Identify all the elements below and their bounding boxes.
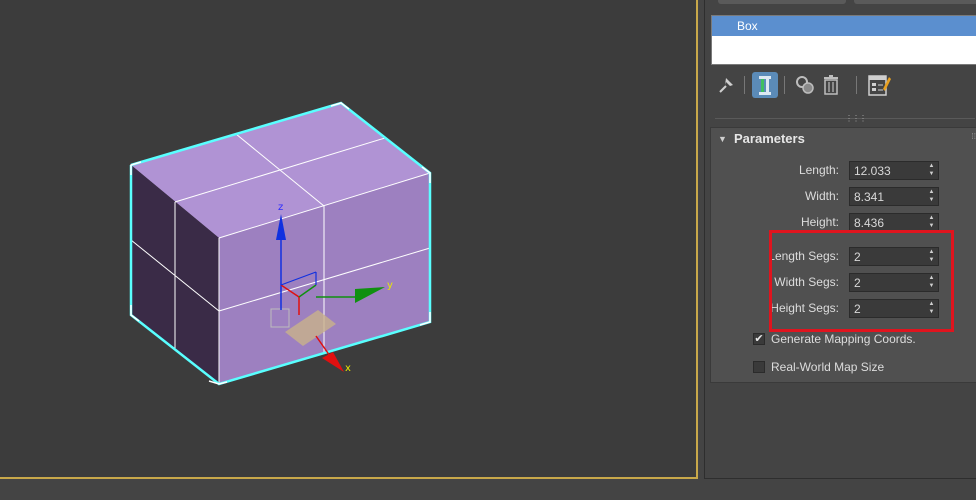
collapse-arrow-icon[interactable]: ▼	[718, 134, 727, 144]
width-row: Width: 8.341 ▲ ▼	[711, 187, 976, 207]
pin-stack-icon[interactable]	[714, 72, 740, 98]
perspective-viewport[interactable]: z y x	[0, 0, 698, 479]
generate-mapping-checkbox[interactable]: ✔	[753, 333, 765, 345]
modifier-stack-toolbar	[712, 70, 972, 102]
segments-highlight-box	[769, 230, 954, 332]
length-label: Length:	[798, 163, 839, 177]
toolbar-separator	[744, 76, 745, 94]
length-spinner[interactable]: 12.033 ▲ ▼	[849, 161, 939, 180]
modifier-stack-list[interactable]: Box	[711, 15, 976, 65]
show-end-result-icon[interactable]	[752, 72, 778, 98]
gizmo-y-label: y	[387, 280, 393, 291]
gizmo-z-label: z	[278, 202, 283, 213]
toolbar-separator	[856, 76, 857, 94]
real-world-map-checkbox[interactable]	[753, 361, 765, 373]
real-world-map-label: Real-World Map Size	[771, 360, 885, 374]
parameters-rollout: ▼ Parameters ⁞⁞ Length: 12.033 ▲ ▼ Width:…	[710, 127, 976, 383]
spinner-arrows-icon[interactable]: ▲ ▼	[928, 189, 935, 204]
spinner-arrows-icon[interactable]: ▲ ▼	[928, 163, 935, 178]
width-value[interactable]: 8.341	[854, 190, 884, 204]
rollout-title: Parameters	[734, 131, 805, 146]
configure-modifier-sets-icon[interactable]	[866, 72, 892, 98]
command-panel: Box ⋮⋮⋮ ▼ Parameters ⁞⁞ Length: 12.033 ▲…	[704, 0, 976, 479]
length-value[interactable]: 12.033	[854, 164, 891, 178]
panel-resize-grip[interactable]: ⋮⋮⋮	[845, 114, 867, 123]
height-label: Height:	[800, 215, 839, 229]
length-row: Length: 12.033 ▲ ▼	[711, 161, 976, 181]
parameters-rollout-header[interactable]: ▼ Parameters ⁞⁞	[711, 128, 976, 150]
viewport-canvas[interactable]: z y x	[0, 0, 698, 479]
panel-tab-button[interactable]	[718, 0, 846, 4]
gizmo-x-label: x	[345, 363, 351, 374]
height-value[interactable]: 8.436	[854, 216, 884, 230]
toolbar-separator	[784, 76, 785, 94]
remove-modifier-icon[interactable]	[818, 72, 844, 98]
width-label: Width:	[804, 189, 839, 203]
modifier-stack-item-box[interactable]: Box	[712, 16, 976, 36]
gizmo-x-arrow[interactable]	[322, 352, 344, 372]
spinner-arrows-icon[interactable]: ▲ ▼	[928, 215, 935, 230]
make-unique-icon[interactable]	[792, 72, 818, 98]
generate-mapping-label: Generate Mapping Coords.	[771, 332, 916, 346]
width-spinner[interactable]: 8.341 ▲ ▼	[849, 187, 939, 206]
rollout-grip-icon[interactable]: ⁞⁞	[972, 132, 976, 141]
panel-tab-button[interactable]	[854, 0, 976, 4]
